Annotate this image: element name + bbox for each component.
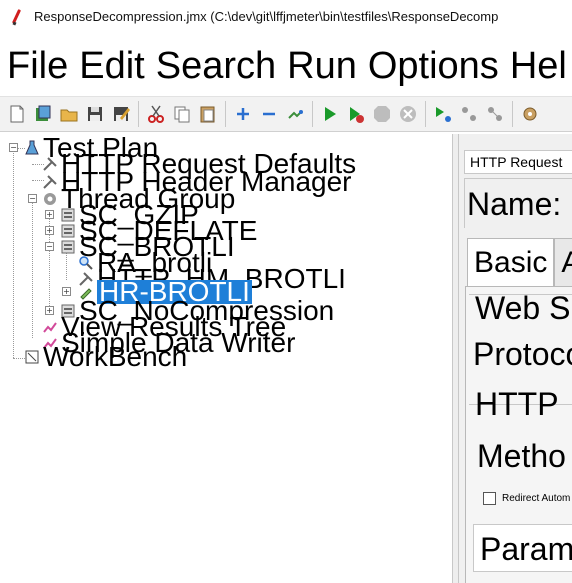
- expand-hr-brotli[interactable]: +: [62, 287, 71, 296]
- paste-button[interactable]: [195, 101, 221, 127]
- web-server-group-label: Web S: [475, 290, 571, 326]
- toolbar-separator: [138, 101, 139, 127]
- cut-icon: [148, 105, 164, 123]
- http-request-group-label: HTTP: [475, 386, 559, 422]
- toolbar-separator: [425, 101, 426, 127]
- collapse-all-button[interactable]: [256, 101, 282, 127]
- save-as-button[interactable]: [108, 101, 134, 127]
- expand-all-button[interactable]: [230, 101, 256, 127]
- menu-edit[interactable]: Edit: [79, 40, 144, 92]
- expand-icon: [237, 108, 249, 120]
- toolbar-separator: [312, 101, 313, 127]
- gear-icon: [44, 193, 56, 205]
- toggle-icon: [288, 110, 303, 119]
- name-label: Name:: [467, 186, 562, 222]
- checkbox-label: Redirect Autom: [502, 493, 571, 504]
- start-no-pauses-button[interactable]: [343, 101, 369, 127]
- settings-button[interactable]: [517, 101, 543, 127]
- panel-header: HTTP Request: [464, 150, 572, 174]
- flask-icon: [25, 140, 39, 155]
- workbench-icon: [25, 350, 39, 364]
- save-icon: [88, 107, 102, 121]
- new-icon: [10, 105, 24, 123]
- panel-splitter[interactable]: [452, 134, 459, 583]
- tree-connector: [49, 210, 50, 308]
- collapse-test-plan[interactable]: −: [9, 143, 18, 152]
- paste-icon: [200, 106, 215, 123]
- test-plan-tree[interactable]: − Test Plan HTTP Request Defaults HTTP H…: [0, 134, 452, 583]
- toolbar-separator: [225, 101, 226, 127]
- menu-file[interactable]: File: [7, 40, 68, 92]
- expand-sc-gzip[interactable]: +: [45, 210, 54, 219]
- shutdown-button[interactable]: [395, 101, 421, 127]
- tree-connector: [13, 148, 14, 358]
- tab-strip: Basic A: [467, 238, 572, 286]
- remote-shutdown-button[interactable]: [482, 101, 508, 127]
- cut-button[interactable]: [143, 101, 169, 127]
- start-button[interactable]: [317, 101, 343, 127]
- save-as-icon: [114, 107, 130, 121]
- checkbox-box[interactable]: [483, 492, 496, 505]
- menu-run[interactable]: Run: [287, 40, 357, 92]
- menu-bar: File Edit Search Run Options Hel: [0, 40, 572, 92]
- menu-search[interactable]: Search: [156, 40, 276, 92]
- controller-icon: [61, 240, 75, 254]
- start-icon: [325, 107, 336, 121]
- tab-advanced[interactable]: A: [554, 238, 572, 286]
- protocol-label: Protoco: [473, 336, 572, 372]
- title-bar: ResponseDecompression.jmx (C:\dev\git\lf…: [0, 0, 572, 33]
- menu-help[interactable]: Hel: [510, 40, 567, 92]
- start-no-pause-icon: [350, 107, 364, 123]
- collapse-thread-group[interactable]: −: [28, 194, 37, 203]
- settings-icon: [523, 107, 537, 121]
- copy-button[interactable]: [169, 101, 195, 127]
- open-button[interactable]: [56, 101, 82, 127]
- remote-shutdown-icon: [488, 107, 502, 121]
- expand-sc-deflate[interactable]: +: [45, 226, 54, 235]
- parameters-tab[interactable]: Param: [473, 524, 572, 572]
- toolbar-separator: [512, 101, 513, 127]
- stop-button[interactable]: [369, 101, 395, 127]
- open-icon: [60, 109, 78, 122]
- tree-node-workbench[interactable]: WorkBench: [24, 341, 188, 372]
- collapse-icon: [263, 112, 275, 116]
- new-button[interactable]: [4, 101, 30, 127]
- templates-icon: [36, 105, 51, 121]
- remote-start-icon: [436, 107, 451, 122]
- toolbar: [0, 96, 572, 132]
- toggle-button[interactable]: [282, 101, 308, 127]
- tab-basic[interactable]: Basic: [467, 238, 555, 286]
- tree-node-label: WorkBench: [43, 341, 188, 372]
- save-button[interactable]: [82, 101, 108, 127]
- expand-sc-nocompression[interactable]: +: [45, 306, 54, 315]
- remote-start-button[interactable]: [430, 101, 456, 127]
- stop-icon: [374, 106, 390, 122]
- remote-stop-button[interactable]: [456, 101, 482, 127]
- window-title: ResponseDecompression.jmx (C:\dev\git\lf…: [34, 9, 499, 24]
- redirect-automatically-checkbox[interactable]: Redirect Autom: [483, 492, 570, 505]
- http-request-panel: HTTP Request Name: BasicA Web S Protoco …: [459, 134, 572, 583]
- collapse-sc-brotli[interactable]: −: [45, 242, 54, 251]
- menu-options[interactable]: Options: [368, 40, 499, 92]
- jmeter-feather-icon: [10, 8, 24, 26]
- shutdown-icon: [400, 106, 416, 122]
- tree-connector: [32, 194, 33, 338]
- copy-icon: [174, 106, 190, 123]
- method-label: Metho: [477, 438, 566, 474]
- templates-button[interactable]: [30, 101, 56, 127]
- remote-stop-icon: [462, 107, 476, 121]
